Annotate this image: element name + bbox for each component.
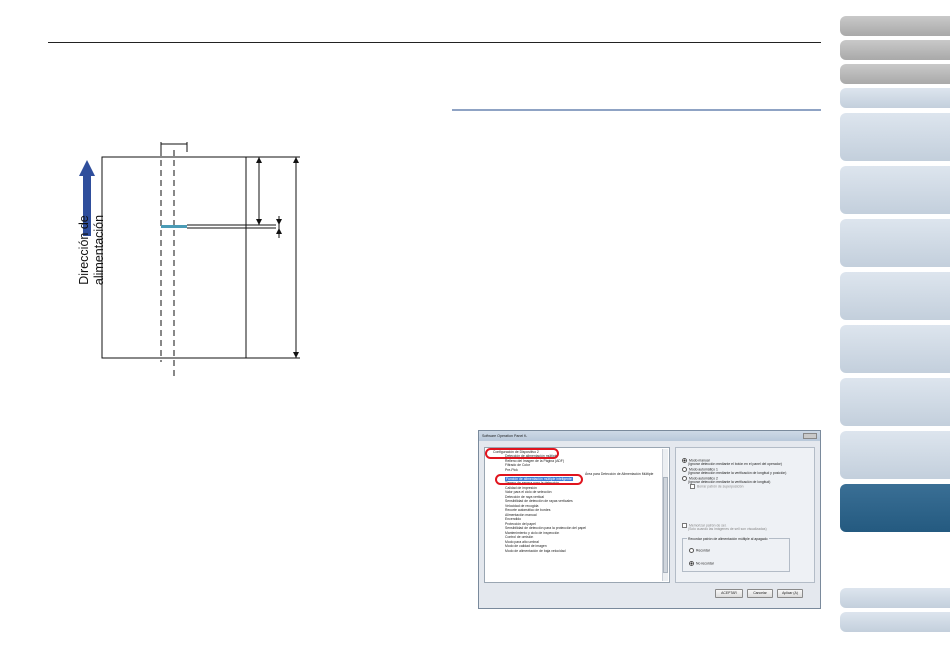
- close-icon[interactable]: [803, 433, 817, 439]
- nav-tab-12-active[interactable]: [840, 484, 950, 532]
- radio-not-remember[interactable]: No recordar: [689, 561, 714, 566]
- nav-tab-11[interactable]: [840, 431, 950, 479]
- tree-item[interactable]: Control de omisión: [505, 535, 533, 539]
- tree-item[interactable]: Alimentación manual: [505, 513, 536, 517]
- paper-outline: [101, 156, 247, 359]
- group-title: Recordar patrón de alimentación múltiple…: [687, 537, 769, 541]
- feed-direction-label: Dirección de alimentación: [77, 205, 107, 295]
- tree-item[interactable]: Valor para el ciclo de selección: [505, 490, 552, 494]
- options-panel: Modo manual (Ignorar detección mediante …: [675, 447, 815, 583]
- nav-tab-9[interactable]: [840, 325, 950, 373]
- scroll-thumb[interactable]: [663, 477, 668, 573]
- nav-tab-14[interactable]: [840, 612, 950, 632]
- tree-item[interactable]: Protección del papel: [505, 522, 536, 526]
- tree-item[interactable]: Calidad de impresión: [505, 486, 537, 490]
- nav-tab-8[interactable]: [840, 272, 950, 320]
- feed-label-line1: Dirección de: [77, 215, 91, 285]
- tree-item[interactable]: Mantenimiento y ciclo de inspección: [505, 531, 559, 535]
- section-divider: [452, 109, 821, 111]
- nav-tab-7[interactable]: [840, 219, 950, 267]
- tree-scrollbar[interactable]: [662, 449, 668, 581]
- tree-item[interactable]: Sensibilidad de detección para la protec…: [505, 526, 586, 530]
- header-rule: [48, 42, 821, 43]
- radio-remember[interactable]: Recordar: [689, 548, 710, 553]
- feed-label-line2: alimentación: [92, 214, 106, 286]
- tree-item[interactable]: Pre-Pick: [505, 468, 518, 472]
- apply-button[interactable]: Aplicar (A): [777, 589, 803, 598]
- highlight-selected: [495, 474, 583, 485]
- overlap-band: [161, 225, 187, 228]
- cancel-button[interactable]: Cancelar: [747, 589, 773, 598]
- nav-tab-5[interactable]: [840, 113, 950, 161]
- tree-item[interactable]: Modo para alto umbral: [505, 540, 539, 544]
- settings-tree[interactable]: Configuración de Dispositivo 2 Detección…: [484, 447, 670, 583]
- software-operation-panel-dialog: Software Operation Panel fi- Configuraci…: [478, 430, 821, 609]
- tree-item[interactable]: Área para Detección de Alimentación Múlt…: [585, 472, 653, 476]
- tree-item[interactable]: Detección de raya vertical: [505, 495, 544, 499]
- nav-tab-4[interactable]: [840, 88, 950, 108]
- dialog-titlebar: Software Operation Panel fi-: [479, 431, 820, 441]
- dialog-title: Software Operation Panel fi-: [482, 434, 528, 438]
- option-note: (Ignorar detección mediante la verificac…: [688, 471, 787, 475]
- sub-checkbox[interactable]: Borrar patrón de superposición: [690, 484, 744, 489]
- tree-item[interactable]: Sensibilidad de detección de rayas verti…: [505, 499, 573, 503]
- tree-item[interactable]: Modo de calidad de imagen: [505, 544, 547, 548]
- memorize-note: (Solo cuando las imágenes de sell son vi…: [688, 527, 767, 531]
- nav-tab-13[interactable]: [840, 588, 950, 608]
- option-note: (Ignorar detección mediante el botón en …: [688, 462, 782, 466]
- tree-item[interactable]: Modo de alimentación de baja velocidad: [505, 549, 566, 553]
- ok-button[interactable]: ACEPTAR: [715, 589, 743, 598]
- nav-tab-2[interactable]: [840, 40, 950, 60]
- highlight-root: [485, 448, 559, 459]
- tree-item[interactable]: Recorte automático de bordes: [505, 508, 550, 512]
- nav-tab-3[interactable]: [840, 64, 950, 84]
- tree-item[interactable]: Filtrado de Color: [505, 463, 530, 467]
- tree-item[interactable]: Encendido: [505, 517, 521, 521]
- nav-tab-1[interactable]: [840, 16, 950, 36]
- remember-group: Recordar patrón de alimentación múltiple…: [682, 537, 790, 572]
- nav-tab-6[interactable]: [840, 166, 950, 214]
- nav-tab-10[interactable]: [840, 378, 950, 426]
- tree-item[interactable]: Velocidad de recogida: [505, 504, 538, 508]
- tree-item[interactable]: Relleno del Imagen de la Página (ADF): [505, 459, 564, 463]
